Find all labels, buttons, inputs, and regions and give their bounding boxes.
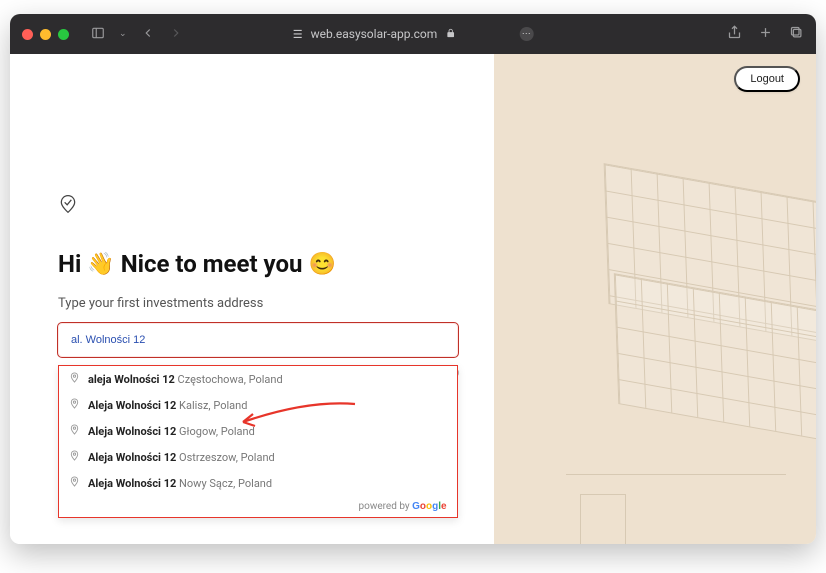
- suggestion-bold: Aleja Wolności 12: [88, 451, 176, 464]
- chevron-down-icon[interactable]: ⌄: [119, 29, 127, 39]
- house-illustration: [566, 424, 786, 544]
- suggestion-bold: aleja Wolności 12: [88, 373, 175, 386]
- back-button[interactable]: [141, 25, 155, 44]
- titlebar: ⌄ ☰ web.easysolar-app.com ⋯: [10, 14, 816, 54]
- logout-button[interactable]: Logout: [734, 66, 800, 92]
- share-icon[interactable]: [727, 25, 742, 44]
- suggestion-row[interactable]: Aleja Wolności 12 Nowy Sącz, Poland: [59, 470, 457, 496]
- page-content: Hi 👋 Nice to meet you 😊 Type your first …: [10, 54, 816, 544]
- suggestion-row[interactable]: Aleja Wolności 12 Głogow, Poland: [59, 418, 457, 444]
- page-title: Hi 👋 Nice to meet you 😊: [58, 250, 458, 278]
- pin-icon: [69, 476, 80, 490]
- window-controls: [22, 29, 69, 40]
- suggestion-row[interactable]: Aleja Wolności 12 Kalisz, Poland: [59, 392, 457, 418]
- left-pane: Hi 👋 Nice to meet you 😊 Type your first …: [10, 54, 494, 544]
- pin-icon: [69, 424, 80, 438]
- address-search: elp aleja Wolności 12 Częstochowa, Polan…: [58, 323, 458, 357]
- suggestion-bold: Aleja Wolności 12: [88, 399, 176, 412]
- suggestion-rest: Kalisz, Poland: [176, 399, 247, 412]
- location-pin-icon: [58, 194, 458, 218]
- suggestion-rest: Ostrzeszow, Poland: [176, 451, 274, 464]
- suggestion-bold: Aleja Wolności 12: [88, 425, 176, 438]
- smile-emoji-icon: 😊: [308, 252, 335, 277]
- reader-pill-icon[interactable]: ⋯: [519, 27, 533, 41]
- close-window-button[interactable]: [22, 29, 33, 40]
- lock-icon: [445, 27, 455, 41]
- sidebar-toggle-icon[interactable]: [91, 25, 105, 44]
- suggestion-rest: Głogow, Poland: [176, 425, 255, 438]
- powered-by-google: powered by Google: [59, 496, 457, 517]
- autocomplete-dropdown: aleja Wolności 12 Częstochowa, Poland Al…: [58, 365, 458, 518]
- google-logo-text: Google: [412, 501, 446, 512]
- address-bar[interactable]: ☰ web.easysolar-app.com ⋯: [293, 27, 534, 41]
- pin-icon: [69, 372, 80, 386]
- pin-icon: [69, 450, 80, 464]
- suggestion-rest: Częstochowa, Poland: [175, 373, 283, 386]
- browser-window: ⌄ ☰ web.easysolar-app.com ⋯: [10, 14, 816, 544]
- new-tab-icon[interactable]: [758, 25, 773, 44]
- site-settings-icon[interactable]: ☰: [293, 28, 303, 41]
- headline-part2: Nice to meet you: [121, 250, 303, 278]
- suggestion-row[interactable]: aleja Wolności 12 Częstochowa, Poland: [59, 366, 457, 392]
- suggestion-row[interactable]: Aleja Wolności 12 Ostrzeszow, Poland: [59, 444, 457, 470]
- suggestion-rest: Nowy Sącz, Poland: [176, 477, 272, 490]
- pin-icon: [69, 398, 80, 412]
- forward-button[interactable]: [169, 25, 183, 44]
- address-input[interactable]: [58, 323, 458, 357]
- minimize-window-button[interactable]: [40, 29, 51, 40]
- url-text: web.easysolar-app.com: [311, 27, 438, 41]
- fullscreen-window-button[interactable]: [58, 29, 69, 40]
- tabs-overview-icon[interactable]: [789, 25, 804, 44]
- headline-part1: Hi: [58, 250, 81, 278]
- subheading: Type your first investments address: [58, 296, 458, 311]
- suggestion-bold: Aleja Wolności 12: [88, 477, 176, 490]
- illustration-pane: Logout: [494, 54, 816, 544]
- wave-emoji-icon: 👋: [87, 252, 114, 277]
